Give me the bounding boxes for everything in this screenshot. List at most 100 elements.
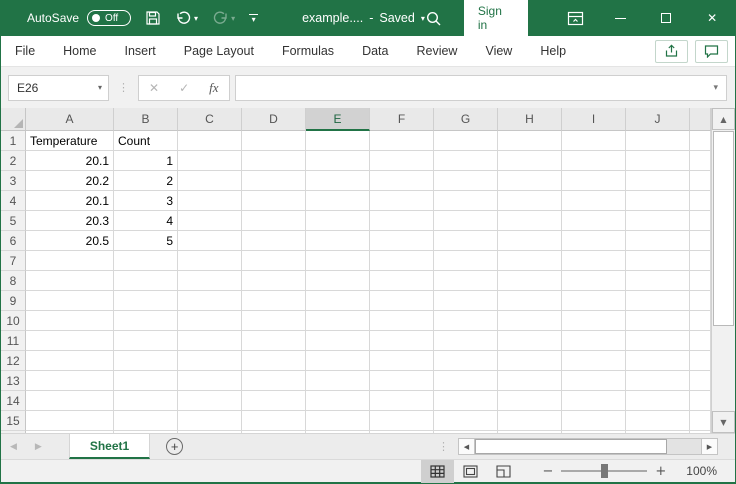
cell-F8[interactable] (370, 271, 434, 291)
normal-view-button[interactable] (421, 460, 454, 483)
cell-E10[interactable] (306, 311, 370, 331)
row-header-15[interactable]: 15 (1, 411, 26, 431)
cell-partial-10[interactable] (690, 311, 711, 331)
cell-E13[interactable] (306, 371, 370, 391)
cell-partial-4[interactable] (690, 191, 711, 211)
undo-dropdown-icon[interactable]: ▾ (194, 14, 198, 23)
cell-H7[interactable] (498, 251, 562, 271)
cell-G7[interactable] (434, 251, 498, 271)
cell-D2[interactable] (242, 151, 306, 171)
cell-H2[interactable] (498, 151, 562, 171)
horizontal-scroll-thumb[interactable] (475, 439, 667, 454)
insert-function-icon[interactable]: fx (209, 80, 218, 96)
row-header-2[interactable]: 2 (1, 151, 26, 171)
column-header-A[interactable]: A (26, 108, 114, 131)
cell-B5[interactable]: 4 (114, 211, 178, 231)
cell-J12[interactable] (626, 351, 690, 371)
cell-G15[interactable] (434, 411, 498, 431)
cell-F9[interactable] (370, 291, 434, 311)
cell-E15[interactable] (306, 411, 370, 431)
cell-E3[interactable] (306, 171, 370, 191)
cell-F6[interactable] (370, 231, 434, 251)
cell-B2[interactable]: 1 (114, 151, 178, 171)
cell-F13[interactable] (370, 371, 434, 391)
ribbon-display-options-button[interactable] (552, 0, 598, 36)
cell-E2[interactable] (306, 151, 370, 171)
cell-B8[interactable] (114, 271, 178, 291)
zoom-in-icon[interactable]: + (647, 464, 674, 479)
horizontal-scrollbar[interactable]: ◀ ▶ (458, 438, 718, 455)
scroll-up-icon[interactable]: ▲ (712, 108, 735, 130)
cell-G5[interactable] (434, 211, 498, 231)
cell-A5[interactable]: 20.3 (26, 211, 114, 231)
cell-D5[interactable] (242, 211, 306, 231)
column-header-E[interactable]: E (306, 108, 370, 131)
document-title[interactable]: example.... - Saved ▾ (302, 11, 425, 25)
minimize-button[interactable] (598, 0, 644, 36)
cell-H4[interactable] (498, 191, 562, 211)
cell-A3[interactable]: 20.2 (26, 171, 114, 191)
row-header-6[interactable]: 6 (1, 231, 26, 251)
cell-B1[interactable]: Count (114, 131, 178, 151)
cell-E12[interactable] (306, 351, 370, 371)
cell-C10[interactable] (178, 311, 242, 331)
cell-D10[interactable] (242, 311, 306, 331)
cell-F10[interactable] (370, 311, 434, 331)
cell-F12[interactable] (370, 351, 434, 371)
vertical-scroll-track[interactable] (712, 327, 735, 411)
cell-C9[interactable] (178, 291, 242, 311)
cell-H6[interactable] (498, 231, 562, 251)
cell-A15[interactable] (26, 411, 114, 431)
cell-E7[interactable] (306, 251, 370, 271)
undo-button[interactable]: ▾ (175, 10, 198, 26)
row-header-1[interactable]: 1 (1, 131, 26, 151)
cell-F11[interactable] (370, 331, 434, 351)
select-all-corner[interactable] (1, 108, 26, 131)
cell-partial-3[interactable] (690, 171, 711, 191)
cell-F7[interactable] (370, 251, 434, 271)
cell-F1[interactable] (370, 131, 434, 151)
cell-D8[interactable] (242, 271, 306, 291)
tab-help[interactable]: Help (526, 36, 580, 66)
cell-A1[interactable]: Temperature (26, 131, 114, 151)
tab-review[interactable]: Review (402, 36, 471, 66)
horizontal-scroll-track[interactable] (475, 438, 701, 455)
cell-C12[interactable] (178, 351, 242, 371)
search-button[interactable] (425, 10, 442, 27)
cell-I12[interactable] (562, 351, 626, 371)
cell-I8[interactable] (562, 271, 626, 291)
cell-G1[interactable] (434, 131, 498, 151)
cell-A12[interactable] (26, 351, 114, 371)
tab-insert[interactable]: Insert (111, 36, 170, 66)
tab-data[interactable]: Data (348, 36, 402, 66)
cell-B14[interactable] (114, 391, 178, 411)
column-header-D[interactable]: D (242, 108, 306, 131)
cell-J13[interactable] (626, 371, 690, 391)
share-button[interactable] (655, 40, 688, 63)
tab-formulas[interactable]: Formulas (268, 36, 348, 66)
cell-H1[interactable] (498, 131, 562, 151)
cell-J14[interactable] (626, 391, 690, 411)
column-header-B[interactable]: B (114, 108, 178, 131)
cell-G13[interactable] (434, 371, 498, 391)
previous-sheet-icon[interactable]: ◀ (1, 442, 26, 452)
cell-A4[interactable]: 20.1 (26, 191, 114, 211)
cell-B7[interactable] (114, 251, 178, 271)
zoom-slider-thumb[interactable] (601, 464, 608, 478)
row-header-4[interactable]: 4 (1, 191, 26, 211)
cell-G3[interactable] (434, 171, 498, 191)
cell-H14[interactable] (498, 391, 562, 411)
cell-H5[interactable] (498, 211, 562, 231)
sheet-tab-sheet1[interactable]: Sheet1 (69, 434, 150, 459)
cell-partial-12[interactable] (690, 351, 711, 371)
maximize-button[interactable] (644, 0, 690, 36)
cell-D7[interactable] (242, 251, 306, 271)
cell-G9[interactable] (434, 291, 498, 311)
cell-J11[interactable] (626, 331, 690, 351)
cell-A8[interactable] (26, 271, 114, 291)
cell-J7[interactable] (626, 251, 690, 271)
cell-F3[interactable] (370, 171, 434, 191)
cell-J8[interactable] (626, 271, 690, 291)
cell-B3[interactable]: 2 (114, 171, 178, 191)
cell-A9[interactable] (26, 291, 114, 311)
